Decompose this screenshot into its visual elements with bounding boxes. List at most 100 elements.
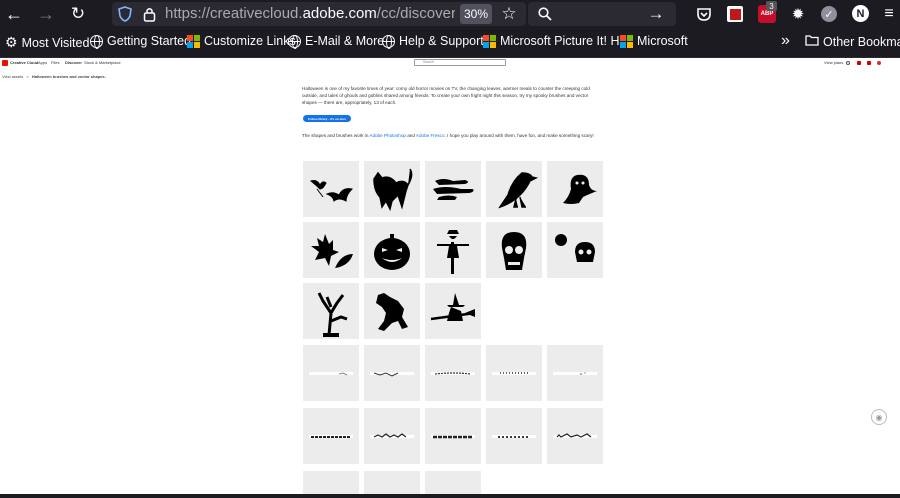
- bookmark-microsoft[interactable]: Microsoft: [620, 34, 688, 48]
- skulls-shape: [555, 234, 595, 262]
- view-plans-link[interactable]: View plans: [824, 60, 843, 65]
- url-text[interactable]: https://creativecloud.adobe.com/cc/disco…: [165, 5, 455, 22]
- microsoft-icon: [483, 34, 496, 48]
- cc-search-placeholder: Search: [423, 60, 435, 64]
- reload-icon[interactable]: ↻: [68, 4, 88, 24]
- crow-shape: [498, 172, 539, 209]
- bookmark-getting-started[interactable]: Getting Started: [90, 34, 192, 49]
- globe-icon: [288, 34, 301, 49]
- go-arrow-icon[interactable]: →: [646, 4, 666, 24]
- shape-tile-werewolf[interactable]: [364, 283, 420, 339]
- cc-help-icon[interactable]: [846, 61, 850, 65]
- bookmarks-bar: ⚙ Most Visited Getting Started Customize …: [0, 28, 900, 58]
- shape-tile-crow[interactable]: [486, 161, 542, 217]
- breadcrumb-current: Halloween brushes and vector shapes.: [31, 74, 106, 79]
- cat-shape: [373, 168, 413, 212]
- brush-tile-10[interactable]: [547, 408, 603, 464]
- shape-tile-skulls[interactable]: [547, 222, 603, 278]
- bookmark-star-icon[interactable]: ☆: [499, 4, 519, 24]
- shape-tile-leaves[interactable]: [303, 222, 359, 278]
- article-intro: Halloween is one of my favorite times of…: [302, 86, 590, 105]
- cc-bell-icon[interactable]: [867, 61, 871, 65]
- article-note: The shapes and brushes work in Adobe Pho…: [302, 132, 602, 139]
- mcafee-icon[interactable]: [726, 5, 744, 23]
- witch-shape: [430, 293, 476, 321]
- shape-tile-witch[interactable]: [425, 283, 481, 339]
- back-icon[interactable]: ←: [4, 4, 24, 24]
- note-text: and: [405, 133, 416, 138]
- bookmark-label: Help & Support: [399, 34, 484, 48]
- folder-icon: [805, 34, 819, 49]
- adblock-badge: 3: [766, 1, 777, 11]
- globe-icon: [382, 34, 395, 49]
- brush-tile-7[interactable]: [364, 408, 420, 464]
- other-bookmarks[interactable]: Other Bookmarks: [805, 34, 900, 49]
- bookmark-picture-it[interactable]: Microsoft Picture It! H...: [483, 34, 630, 48]
- shape-tile-cat[interactable]: [364, 161, 420, 217]
- werewolf-shape: [376, 293, 408, 331]
- profile-avatar[interactable]: N: [851, 4, 870, 23]
- taskbar-edge: [0, 494, 900, 498]
- shape-tile-tree[interactable]: [303, 283, 359, 339]
- bookmark-label: Customize Links: [204, 34, 296, 48]
- bookmark-label: Microsoft Picture It! H...: [500, 34, 630, 48]
- brush-tile-6[interactable]: [303, 408, 359, 464]
- menu-icon[interactable]: ≡: [880, 4, 898, 24]
- pocket-icon[interactable]: [695, 5, 713, 23]
- cc-avatar[interactable]: [877, 61, 881, 65]
- bookmark-customize-links[interactable]: Customize Links: [187, 34, 296, 48]
- follow-library-button[interactable]: Follow library - it's on dom: [303, 115, 351, 122]
- note-text: . I hope you play around with them, have…: [444, 133, 594, 138]
- shape-tile-ghost[interactable]: [547, 161, 603, 217]
- brush-tile-4[interactable]: [486, 345, 542, 401]
- bookmark-email[interactable]: E-Mail & More: [288, 34, 385, 49]
- zoom-indicator[interactable]: 30%: [460, 4, 492, 24]
- nav-files[interactable]: Files: [51, 60, 59, 65]
- scarecrow-shape: [437, 230, 469, 274]
- forward-icon[interactable]: →: [36, 4, 56, 24]
- lock-icon[interactable]: [141, 5, 157, 23]
- brush-tile-1[interactable]: [303, 345, 359, 401]
- note-text: The shapes and brushes work in: [302, 133, 370, 138]
- shape-tile-pumpkin[interactable]: [364, 222, 420, 278]
- bookmark-help[interactable]: Help & Support: [382, 34, 484, 49]
- microsoft-icon: [187, 34, 200, 48]
- brush-tile-9[interactable]: [486, 408, 542, 464]
- fresco-link[interactable]: Adobe Fresco: [416, 133, 445, 138]
- shape-tile-clouds[interactable]: [425, 161, 481, 217]
- shape-tile-bats[interactable]: [303, 161, 359, 217]
- other-bookmarks-label: Other Bookmarks: [823, 34, 900, 49]
- search-icon[interactable]: [536, 5, 554, 23]
- check-extension-icon[interactable]: ✓: [820, 5, 838, 23]
- bookmark-label: Microsoft: [637, 34, 688, 48]
- globe-icon: [90, 34, 103, 49]
- nav-stock[interactable]: Stock & Marketplace: [84, 60, 121, 65]
- cc-notification-icon[interactable]: [857, 61, 861, 65]
- cc-brand[interactable]: Creative Cloud: [10, 60, 38, 65]
- profile-initial: N: [852, 5, 869, 22]
- nav-discover[interactable]: Discover: [65, 60, 82, 65]
- photoshop-link[interactable]: Adobe Photoshop: [369, 133, 406, 138]
- breadcrumb-parent[interactable]: View assets: [2, 74, 23, 79]
- bookmarks-overflow-icon[interactable]: »: [781, 32, 790, 50]
- cc-header: Creative Cloud Apps Files Discover Stock…: [0, 58, 900, 68]
- bookmark-label: E-Mail & More: [305, 34, 385, 48]
- brush-tile-8[interactable]: [425, 408, 481, 464]
- brush-tile-2[interactable]: [364, 345, 420, 401]
- bookmark-label: Getting Started: [107, 34, 192, 48]
- brush-tile-3[interactable]: [425, 345, 481, 401]
- microsoft-icon: [620, 34, 633, 48]
- help-chat-icon[interactable]: ◉: [871, 409, 887, 425]
- gear-icon: ⚙: [5, 34, 18, 50]
- page-viewport: Creative Cloud Apps Files Discover Stock…: [0, 58, 900, 498]
- bookmark-label: Most Visited: [21, 35, 90, 50]
- tree-shape: [317, 292, 348, 337]
- extension-gear-icon[interactable]: ✹: [789, 5, 807, 23]
- shape-tile-skull[interactable]: [486, 222, 542, 278]
- shield-icon[interactable]: [117, 5, 133, 23]
- bookmark-most-visited[interactable]: ⚙ Most Visited: [5, 34, 89, 51]
- browser-toolbar: ← → ↻ https://creativecloud.adobe.com/cc…: [0, 0, 900, 28]
- shape-tile-scarecrow[interactable]: [425, 222, 481, 278]
- brush-tile-5[interactable]: [547, 345, 603, 401]
- nav-apps[interactable]: Apps: [38, 60, 47, 65]
